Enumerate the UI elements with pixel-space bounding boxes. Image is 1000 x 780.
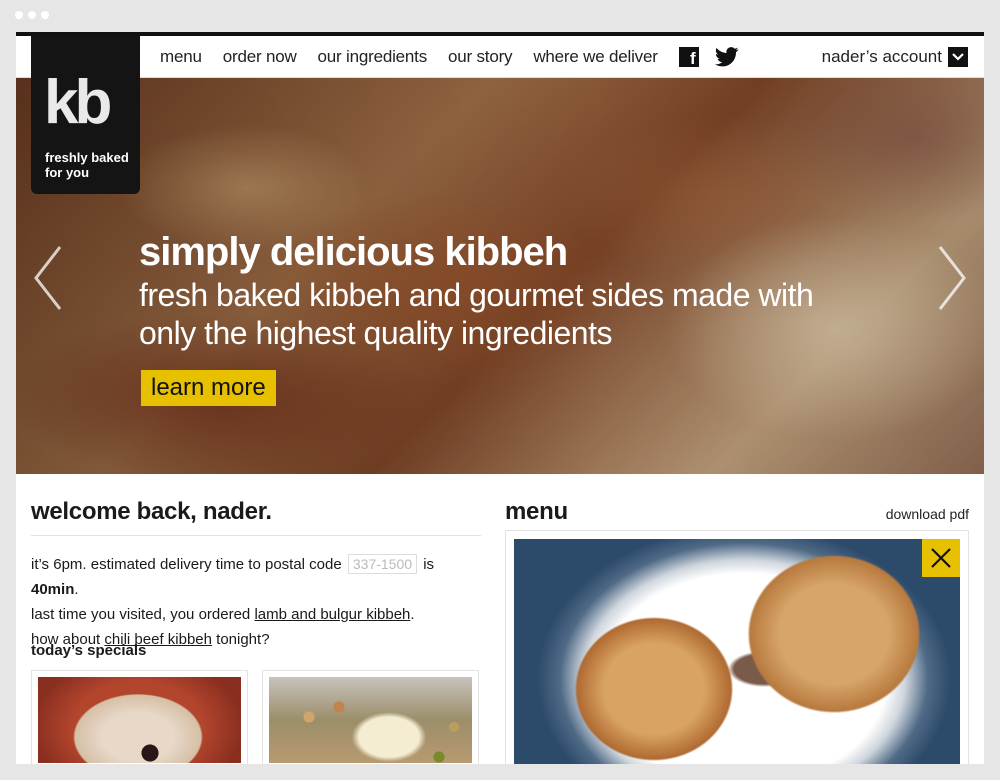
last-order-line: last time you visited, you ordered lamb …: [31, 602, 481, 627]
nav-menu[interactable]: menu: [160, 47, 202, 67]
chevron-left-icon[interactable]: [30, 243, 64, 313]
divider: [31, 535, 481, 536]
hero-subtitle: fresh baked kibbeh and gourmet sides mad…: [139, 277, 814, 351]
special-image: [38, 677, 241, 763]
account-label[interactable]: nader’s account: [822, 47, 942, 67]
suggestion-text-end: tonight?: [216, 631, 270, 648]
hero-carousel: simply delicious kibbeh fresh baked kibb…: [16, 78, 984, 474]
account-menu[interactable]: nader’s account: [822, 36, 968, 78]
download-pdf-link[interactable]: download pdf: [886, 506, 969, 522]
web-page: menu order now our ingredients our story…: [16, 32, 984, 764]
chevron-down-icon[interactable]: [948, 47, 968, 67]
window-dot: [15, 11, 23, 19]
last-order-text: last time you visited, you ordered: [31, 606, 251, 623]
nav-where-we-deliver[interactable]: where we deliver: [533, 47, 658, 67]
logo-tagline: freshly baked for you: [45, 150, 129, 180]
logo[interactable]: kb freshly baked for you: [31, 36, 140, 194]
welcome-section: welcome back, nader. it’s 6pm. estimated…: [31, 498, 481, 652]
delivery-line: it’s 6pm. estimated delivery time to pos…: [31, 552, 481, 602]
last-order-period: .: [410, 606, 415, 623]
nav-our-story[interactable]: our story: [448, 47, 513, 67]
site-header: menu order now our ingredients our story…: [16, 36, 984, 78]
window-dot: [41, 11, 49, 19]
delivery-text: it’s 6pm. estimated delivery time to pos…: [31, 556, 342, 573]
nav-order-now[interactable]: order now: [223, 47, 297, 67]
special-card[interactable]: [31, 670, 248, 764]
close-icon[interactable]: [922, 539, 960, 577]
delivery-period: .: [74, 581, 79, 598]
hero-title: simply delicious kibbeh: [139, 230, 568, 274]
last-order-link[interactable]: lamb and bulgur kibbeh: [254, 606, 410, 623]
welcome-text: it’s 6pm. estimated delivery time to pos…: [31, 552, 481, 652]
welcome-heading: welcome back, nader.: [31, 498, 272, 525]
menu-image: [514, 539, 960, 764]
logo-mark: kb: [44, 68, 112, 137]
postal-code-field[interactable]: 337-1500: [347, 554, 418, 574]
special-image: [269, 677, 472, 763]
menu-header: menu download pdf: [505, 498, 969, 526]
browser-chrome: [0, 0, 1000, 32]
special-card[interactable]: [262, 670, 479, 764]
learn-more-button[interactable]: learn more: [141, 370, 276, 406]
menu-section: menu download pdf: [505, 498, 969, 526]
delivery-eta: 40min: [31, 581, 75, 598]
menu-card: [505, 530, 969, 764]
facebook-icon[interactable]: f: [678, 47, 699, 67]
delivery-text-is: is: [423, 556, 435, 573]
specials-heading: today’s specials: [31, 642, 147, 659]
menu-heading: menu: [505, 498, 568, 525]
twitter-icon[interactable]: [714, 47, 739, 67]
nav-our-ingredients[interactable]: our ingredients: [318, 47, 428, 67]
chevron-right-icon[interactable]: [936, 243, 970, 313]
main-nav: menu order now our ingredients our story…: [160, 36, 739, 78]
social-links: f: [678, 47, 739, 67]
window-dot: [28, 11, 36, 19]
